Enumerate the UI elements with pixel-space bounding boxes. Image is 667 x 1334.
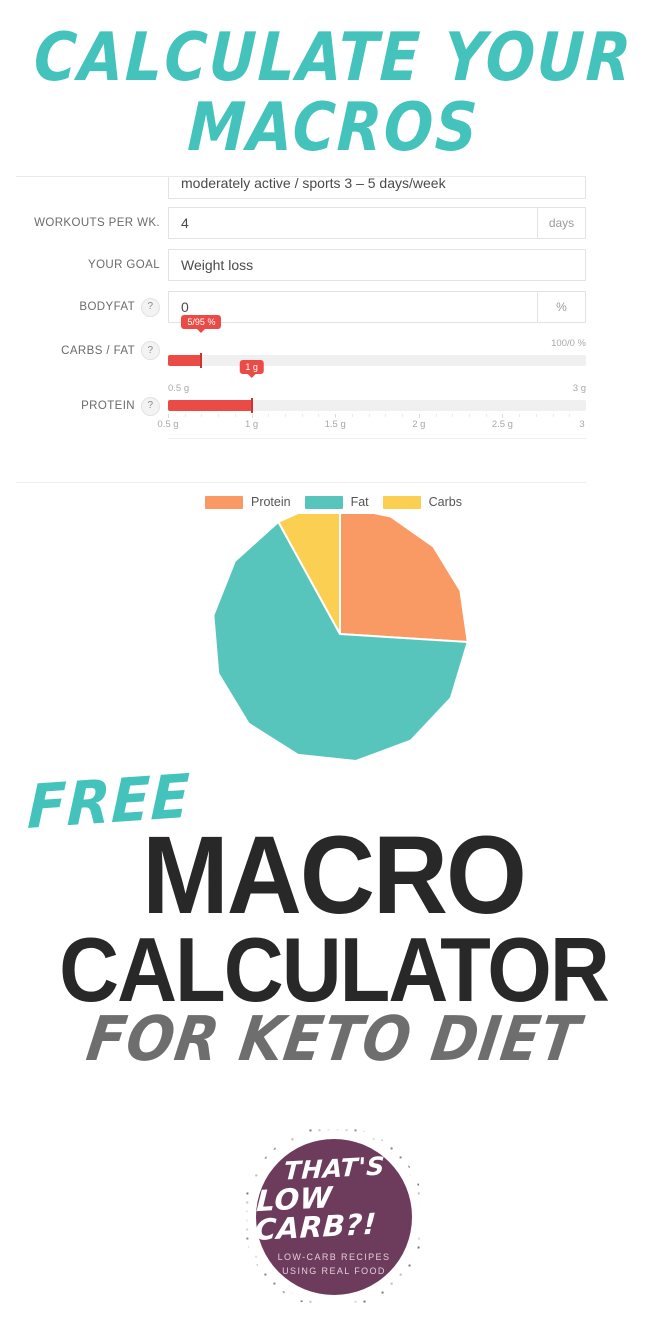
axis-minor-tick	[351, 414, 353, 417]
bodyfat-label-text: BODYFAT	[79, 301, 135, 313]
carbs-fat-row[interactable]: CARBS / FAT ? 100/0 % 5/95 %	[16, 315, 586, 368]
carbs-fat-slider[interactable]: 100/0 % 5/95 %	[168, 315, 586, 368]
logo-line-2: LOW CARB?!	[254, 1180, 378, 1248]
axis-tick-label: 1 g	[244, 419, 259, 430]
axis-tick	[168, 414, 169, 418]
workouts-per-week-row[interactable]: WORKOUTS PER WK. 4 days	[16, 207, 586, 239]
your-goal-select[interactable]: Weight loss	[168, 249, 586, 281]
bodyfat-label: BODYFAT ?	[16, 297, 168, 317]
legend-item[interactable]: Fat	[304, 495, 369, 509]
axis-tick-label: 1.5 g	[324, 419, 346, 430]
brand-logo[interactable]: THAT'S LOW CARB?! LOW-CARB RECIPES USING…	[243, 1126, 425, 1308]
axis-minor-tick	[234, 414, 236, 417]
legend-swatch	[204, 495, 243, 509]
carbs-fat-label: CARBS / FAT ?	[16, 341, 168, 360]
protein-slider[interactable]: 0.5 g 3 g 1 g 0.5 g 1 g 1.5 g 2 g 2.5 g 3 g	[157, 360, 586, 432]
carbs-fat-max-label: 100/0 %	[551, 338, 586, 349]
hero-line-1: CALCULATE YOUR	[32, 17, 635, 97]
workouts-per-week-label: WORKOUTS PER WK.	[16, 217, 168, 229]
axis-tick	[251, 414, 253, 418]
protein-max-label: 3 g	[572, 383, 586, 394]
protein-row[interactable]: PROTEIN ? 0.5 g 3 g 1 g 0.5 g 1 g 1.5 g 2 g…	[16, 360, 586, 432]
axis-tick-label: 2.5 g	[491, 419, 513, 430]
workouts-per-week-unit: days	[538, 207, 586, 239]
legend-label: Protein	[250, 495, 291, 509]
axis-minor-tick	[301, 414, 303, 417]
axis-minor-tick	[385, 414, 387, 417]
legend-label: Carbs	[428, 495, 462, 509]
axis-minor-tick	[485, 414, 487, 417]
protein-value-bubble: 1 g	[239, 360, 264, 378]
axis-minor-tick	[402, 414, 404, 417]
pie-svg	[212, 504, 470, 763]
your-goal-label: YOUR GOAL	[16, 259, 168, 271]
activity-level-row[interactable]: moderately active / sports 3 – 5 days/we…	[16, 177, 586, 199]
legend-swatch	[382, 495, 421, 509]
chart-legend: Protein Fat Carbs	[0, 490, 667, 514]
carbs-fat-label-text: CARBS / FAT	[61, 344, 135, 357]
carbs-fat-value-bubble: 5/95 %	[181, 315, 222, 333]
macro-title: MACRO	[142, 814, 527, 938]
axis-minor-tick	[318, 414, 320, 417]
axis-minor-tick	[452, 414, 454, 417]
help-icon[interactable]: ?	[141, 297, 160, 317]
axis-minor-tick	[218, 414, 220, 417]
axis-minor-tick	[201, 414, 203, 417]
legend-swatch	[304, 495, 343, 509]
carbs-fat-handle[interactable]	[200, 353, 203, 368]
logo-tagline-line-1: LOW-CARB RECIPES	[277, 1252, 391, 1262]
card-divider	[168, 438, 586, 439]
axis-minor-tick	[519, 414, 521, 417]
protein-handle[interactable]	[250, 398, 253, 413]
carbs-fat-track[interactable]	[168, 353, 586, 368]
protein-label-text: PROTEIN	[81, 400, 135, 412]
legend-item[interactable]: Protein	[204, 495, 291, 509]
logo-circle: THAT'S LOW CARB?! LOW-CARB RECIPES USING…	[254, 1139, 412, 1295]
axis-tick	[418, 414, 420, 418]
axis-tick	[335, 414, 337, 418]
protein-track[interactable]	[168, 398, 586, 413]
axis-minor-tick	[468, 414, 470, 417]
axis-tick-label: 2 g	[412, 419, 426, 430]
bodyfat-unit: %	[538, 291, 586, 323]
pie-slice-protein[interactable]	[339, 504, 469, 644]
protein-fill	[168, 400, 252, 411]
carbs-fat-fill	[168, 355, 202, 366]
axis-minor-tick	[368, 414, 370, 417]
protein-label: PROTEIN ?	[16, 396, 168, 416]
axis-tick-label: 0.5 g	[157, 419, 179, 430]
protein-axis: 0.5 g 1 g 1.5 g 2 g 2.5 g 3 g	[157, 414, 586, 432]
axis-minor-tick	[552, 414, 554, 417]
axis-minor-tick	[569, 414, 571, 417]
bodyfat-input[interactable]: 0	[168, 291, 538, 323]
logo-line-1: THAT'S	[282, 1151, 386, 1186]
protein-min-label: 0.5 g	[168, 383, 190, 394]
pie-holder	[0, 504, 667, 764]
axis-minor-tick	[285, 414, 287, 417]
your-goal-row[interactable]: YOUR GOAL Weight loss	[16, 249, 586, 281]
hero-line-2: MACROS	[186, 87, 481, 167]
legend-label: Fat	[350, 495, 369, 509]
axis-minor-tick	[435, 414, 437, 417]
workouts-per-week-label-text: WORKOUTS PER WK.	[34, 217, 160, 229]
hero-heading: CALCULATE YOUR MACROS	[0, 0, 667, 168]
for-keto-diet-subtitle: FOR KETO DIET	[82, 1003, 585, 1076]
help-icon[interactable]: ?	[141, 396, 160, 416]
workouts-per-week-input[interactable]: 4	[168, 207, 538, 239]
logo-tagline: LOW-CARB RECIPES USING REAL FOOD	[278, 1251, 391, 1278]
logo-tagline-line-2: USING REAL FOOD	[282, 1265, 386, 1276]
macro-calculator-card: moderately active / sports 3 – 5 days/we…	[16, 176, 586, 483]
axis-minor-tick	[535, 414, 537, 417]
legend-item[interactable]: Carbs	[382, 495, 462, 509]
axis-minor-tick	[184, 414, 186, 417]
help-icon[interactable]: ?	[141, 341, 160, 360]
activity-level-select[interactable]: moderately active / sports 3 – 5 days/we…	[168, 177, 586, 199]
macro-pie-chart: Protein Fat Carbs	[0, 490, 667, 775]
axis-tick	[502, 414, 504, 418]
your-goal-label-text: YOUR GOAL	[88, 259, 160, 271]
axis-minor-tick	[268, 414, 270, 417]
axis-tick-label: 3 g	[579, 419, 586, 430]
bodyfat-row[interactable]: BODYFAT ? 0 %	[16, 291, 586, 323]
calculator-title: CALCULATOR	[59, 918, 610, 1021]
